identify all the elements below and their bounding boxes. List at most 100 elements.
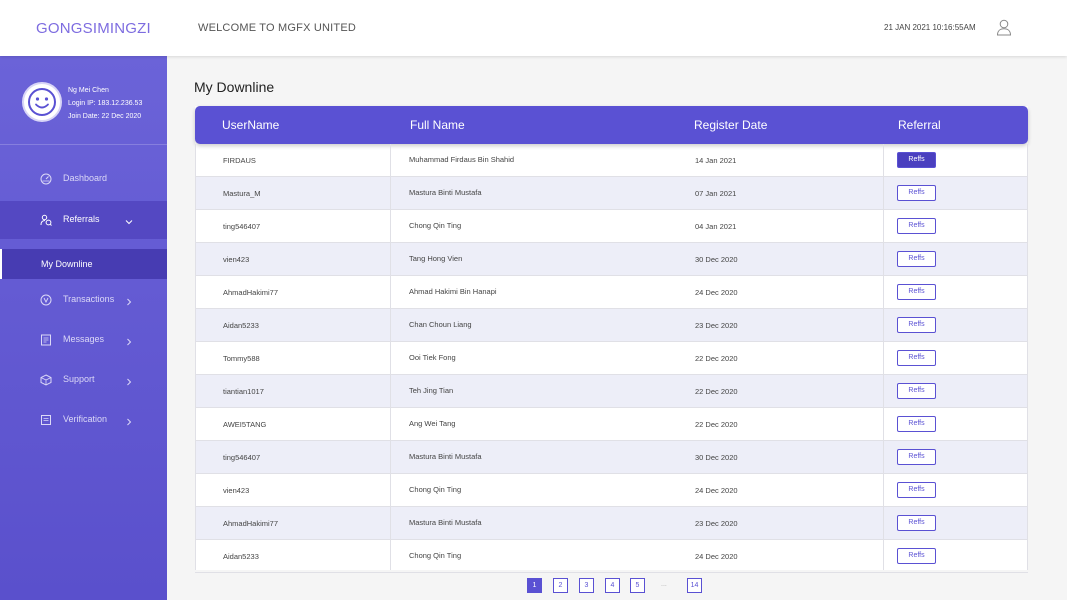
column-header-register-date[interactable]: Register Date bbox=[694, 118, 767, 132]
cell-fullname: Mastura Binti Mustafa bbox=[409, 518, 482, 527]
chevron-right-icon bbox=[125, 374, 133, 386]
cell-username: Tommy588 bbox=[223, 354, 260, 363]
sidebar-item-messages[interactable]: Messages bbox=[0, 321, 167, 359]
cell-fullname: Ooi Tiek Fong bbox=[409, 353, 456, 362]
cell-username: AhmadHakimi77 bbox=[223, 288, 279, 297]
reffs-button[interactable]: Reffs bbox=[897, 482, 936, 498]
cell-register-date: 23 Dec 2020 bbox=[695, 321, 738, 330]
reffs-button[interactable]: Reffs bbox=[897, 152, 936, 168]
sidebar-item-support[interactable]: Support bbox=[0, 361, 167, 399]
reffs-button[interactable]: Reffs bbox=[897, 383, 936, 399]
cell-username: vien423 bbox=[223, 486, 250, 495]
sidebar-item-verification[interactable]: Verification bbox=[0, 401, 167, 439]
sidebar-item-label: Referrals bbox=[63, 214, 100, 224]
reffs-button[interactable]: Reffs bbox=[897, 515, 936, 531]
referrals-icon bbox=[40, 213, 52, 226]
page-button-3[interactable]: 3 bbox=[579, 578, 594, 593]
page-button-2[interactable]: 2 bbox=[553, 578, 568, 593]
cell-register-date: 07 Jan 2021 bbox=[695, 189, 737, 198]
reffs-button[interactable]: Reffs bbox=[897, 548, 936, 564]
cell-register-date: 24 Dec 2020 bbox=[695, 288, 738, 297]
column-header-username[interactable]: UserName bbox=[222, 118, 279, 132]
column-header-referral[interactable]: Referral bbox=[898, 118, 941, 132]
cell-register-date: 24 Dec 2020 bbox=[695, 552, 738, 561]
sidebar-item-dashboard[interactable]: Dashboard bbox=[0, 160, 167, 198]
verification-icon bbox=[40, 413, 52, 425]
cell-fullname: Chan Choun Liang bbox=[409, 320, 472, 329]
sidebar-item-label: Dashboard bbox=[63, 173, 108, 183]
sidebar-item-referrals[interactable]: Referrals bbox=[0, 201, 167, 239]
sidebar-item-label: Messages bbox=[63, 334, 105, 344]
cell-fullname: Ang Wei Tang bbox=[409, 419, 456, 428]
table-row: vien423 Chong Qin Ting 24 Dec 2020 Reffs bbox=[195, 474, 1028, 507]
reffs-button[interactable]: Reffs bbox=[897, 284, 936, 300]
reffs-button[interactable]: Reffs bbox=[897, 185, 936, 201]
cell-register-date: 23 Dec 2020 bbox=[695, 519, 738, 528]
avatar[interactable] bbox=[22, 82, 62, 122]
table-row: Aidan5233 Chan Choun Liang 23 Dec 2020 Reff… bbox=[195, 309, 1028, 342]
table-header: UserName Full Name Register Date Referra… bbox=[195, 106, 1028, 144]
table-row: Aidan5233 Chong Qin Ting 24 Dec 2020 Reffs bbox=[195, 540, 1028, 573]
profile-join-date: Join Date: 22 Dec 2020 bbox=[68, 113, 142, 120]
top-bar: GONGSIMINGZI WELCOME TO MGFX UNITED 21 J… bbox=[0, 0, 1067, 56]
cell-username: tiantian1017 bbox=[223, 387, 264, 396]
sidebar-item-label: Support bbox=[63, 374, 95, 384]
cell-username: AhmadHakimi77 bbox=[223, 519, 279, 528]
cell-register-date: 22 Dec 2020 bbox=[695, 354, 738, 363]
reffs-button[interactable]: Reffs bbox=[897, 218, 936, 234]
active-indicator bbox=[0, 249, 2, 279]
cell-fullname: Muhammad Firdaus Bin Shahid bbox=[409, 155, 515, 164]
page-button-1[interactable]: 1 bbox=[527, 578, 542, 593]
profile-login-ip: Login IP: 183.12.236.53 bbox=[68, 100, 143, 107]
column-divider bbox=[883, 144, 884, 570]
sidebar-item-transactions[interactable]: Transactions bbox=[0, 281, 167, 319]
cell-fullname: Ahmad Hakimi Bin Hanapi bbox=[409, 287, 497, 296]
cell-fullname: Tang Hong Vien bbox=[409, 254, 463, 263]
chevron-right-icon bbox=[125, 294, 133, 306]
table-row: AhmadHakimi77 Ahmad Hakimi Bin Hanapi 24 D… bbox=[195, 276, 1028, 309]
datetime-display: 21 JAN 2021 10:16:55AM bbox=[884, 23, 976, 32]
table-border-left bbox=[195, 144, 196, 570]
brand-logo[interactable]: GONGSIMINGZI bbox=[36, 20, 151, 37]
table-row: Mastura_M Mastura Binti Mustafa 07 Jan 202… bbox=[195, 177, 1028, 210]
page-button-4[interactable]: 4 bbox=[605, 578, 620, 593]
profile-info: Ng Mei Chen Login IP: 183.12.236.53 Join… bbox=[68, 84, 142, 123]
cell-register-date: 30 Dec 2020 bbox=[695, 255, 738, 264]
cell-fullname: Chong Qin Ting bbox=[409, 485, 462, 494]
page-button-last[interactable]: 14 bbox=[687, 578, 702, 593]
cell-username: vien423 bbox=[223, 255, 250, 264]
sidebar-item-label: Verification bbox=[63, 414, 108, 424]
table-row: ting546407 Mastura Binti Mustafa 30 Dec 20… bbox=[195, 441, 1028, 474]
cell-fullname: Teh Jing Tian bbox=[409, 386, 454, 395]
page-button-5[interactable]: 5 bbox=[630, 578, 645, 593]
table-border-right bbox=[1027, 144, 1028, 570]
table-row: AWEI5TANG Ang Wei Tang 22 Dec 2020 Reffs bbox=[195, 408, 1028, 441]
pagination-ellipsis: ... bbox=[661, 581, 667, 588]
support-icon bbox=[40, 373, 52, 386]
cell-username: ting546407 bbox=[223, 222, 261, 231]
cell-fullname: Mastura Binti Mustafa bbox=[409, 452, 482, 461]
cell-register-date: 30 Dec 2020 bbox=[695, 453, 738, 462]
reffs-button[interactable]: Reffs bbox=[897, 350, 936, 366]
chevron-right-icon bbox=[125, 414, 133, 426]
cell-fullname: Mastura Binti Mustafa bbox=[409, 188, 482, 197]
messages-icon bbox=[40, 333, 52, 346]
reffs-button[interactable]: Reffs bbox=[897, 416, 936, 432]
sidebar-item-label: Transactions bbox=[63, 294, 115, 304]
cell-register-date: 14 Jan 2021 bbox=[695, 156, 737, 165]
sidebar-subitem-my-downline[interactable]: My Downline bbox=[0, 249, 167, 279]
reffs-button[interactable]: Reffs bbox=[897, 251, 936, 267]
downline-table: UserName Full Name Register Date Referra… bbox=[195, 106, 1028, 573]
user-account-icon[interactable] bbox=[996, 19, 1012, 36]
reffs-button[interactable]: Reffs bbox=[897, 449, 936, 465]
sidebar: Ng Mei Chen Login IP: 183.12.236.53 Join… bbox=[0, 56, 167, 600]
column-header-fullname[interactable]: Full Name bbox=[410, 118, 465, 132]
table-row: vien423 Tang Hong Vien 30 Dec 2020 Reffs bbox=[195, 243, 1028, 276]
cell-register-date: 22 Dec 2020 bbox=[695, 420, 738, 429]
table-row: tiantian1017 Teh Jing Tian 22 Dec 2020 Reff… bbox=[195, 375, 1028, 408]
welcome-text: WELCOME TO MGFX UNITED bbox=[198, 22, 357, 34]
cell-username: FIRDAUS bbox=[223, 156, 256, 165]
cell-username: Mastura_M bbox=[223, 189, 261, 198]
reffs-button[interactable]: Reffs bbox=[897, 317, 936, 333]
cell-fullname: Chong Qin Ting bbox=[409, 221, 462, 230]
